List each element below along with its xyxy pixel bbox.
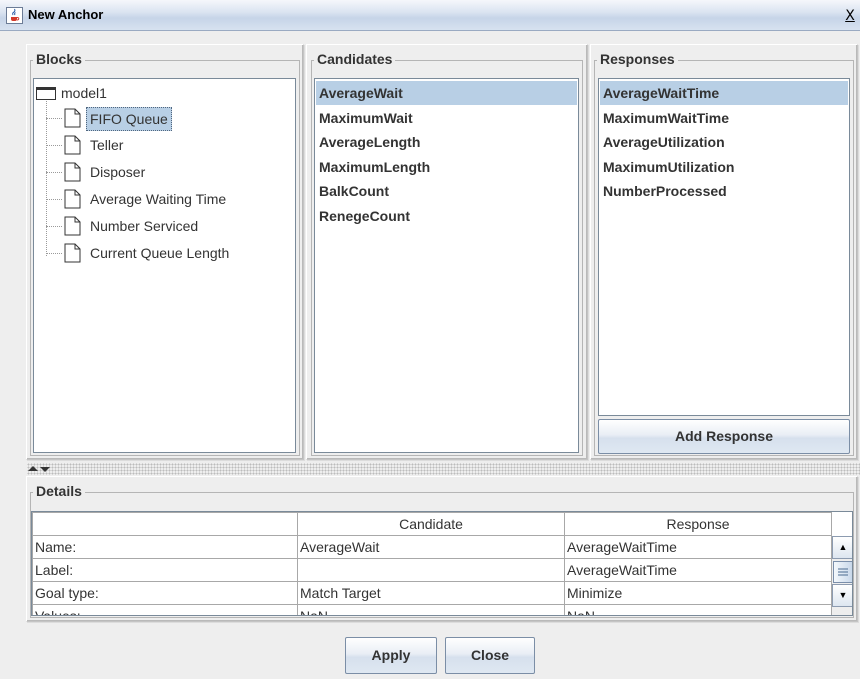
- details-table: Candidate Response Name: AverageWait Ave…: [32, 512, 832, 615]
- candidate-item-balkcount[interactable]: BalkCount: [316, 179, 577, 203]
- table-cell: Minimize: [564, 581, 832, 605]
- tree-node-label: Average Waiting Time: [90, 191, 227, 207]
- table-cell: Values:: [32, 604, 298, 615]
- table-cell: AverageWait: [297, 535, 565, 559]
- table-cell: AverageWaitTime: [564, 535, 832, 559]
- column-header-property[interactable]: [32, 512, 298, 536]
- tree-node-label: model1: [61, 85, 107, 101]
- table-cell: Name:: [32, 535, 298, 559]
- tree-node-label: Teller: [90, 137, 124, 153]
- split-pane-divider[interactable]: [27, 463, 860, 475]
- candidates-title: Candidates: [314, 51, 396, 67]
- window-title: New Anchor: [28, 7, 104, 22]
- table-row[interactable]: Goal type: Match Target Minimize: [32, 581, 832, 605]
- response-item-maximumutilization[interactable]: MaximumUtilization: [600, 155, 848, 179]
- tree-node-label: Disposer: [90, 164, 146, 180]
- table-row[interactable]: Label: AverageWaitTime: [32, 558, 832, 582]
- table-cell: Label:: [32, 558, 298, 582]
- tree-node-current-queue-length[interactable]: Current Queue Length: [34, 240, 294, 266]
- response-item-maximumwaittime[interactable]: MaximumWaitTime: [600, 106, 848, 130]
- table-cell: [297, 558, 565, 582]
- document-icon: [64, 216, 81, 236]
- tree-node-model1[interactable]: model1: [34, 80, 234, 106]
- tree-node-average-waiting-time[interactable]: Average Waiting Time: [34, 186, 294, 212]
- responses-list[interactable]: AverageWaitTime MaximumWaitTime AverageUti…: [598, 78, 850, 416]
- details-table-container: Candidate Response Name: AverageWait Ave…: [31, 511, 853, 616]
- tree-node-label: FIFO Queue: [86, 107, 172, 131]
- candidates-list[interactable]: AverageWait MaximumWait AverageLength Maxim…: [314, 78, 579, 453]
- candidate-item-renegecount[interactable]: RenegeCount: [316, 204, 577, 228]
- blocks-tree[interactable]: model1 FIFO Queue Teller Disposer Average W…: [33, 78, 296, 453]
- responses-title: Responses: [597, 51, 678, 67]
- table-row[interactable]: Name: AverageWait AverageWaitTime: [32, 535, 832, 559]
- candidate-item-maximumwait[interactable]: MaximumWait: [316, 106, 577, 130]
- close-window-button[interactable]: X: [843, 9, 857, 24]
- blocks-title: Blocks: [33, 51, 85, 67]
- table-cell: Goal type:: [32, 581, 298, 605]
- document-icon: [64, 243, 81, 263]
- document-icon: [64, 162, 81, 182]
- column-header-response[interactable]: Response: [564, 512, 832, 536]
- document-icon: [64, 108, 81, 128]
- tree-node-teller[interactable]: Teller: [34, 132, 294, 158]
- details-scrollbar[interactable]: ▲ ▼: [831, 536, 852, 615]
- table-cell: NaN: [297, 604, 565, 615]
- document-icon: [64, 135, 81, 155]
- column-header-candidate[interactable]: Candidate: [297, 512, 565, 536]
- document-icon: [64, 189, 81, 209]
- close-button[interactable]: Close: [445, 637, 535, 674]
- tree-node-disposer[interactable]: Disposer: [34, 159, 294, 185]
- scroll-down-icon[interactable]: ▼: [832, 584, 852, 607]
- add-response-button[interactable]: Add Response: [598, 419, 850, 454]
- table-cell: Match Target: [297, 581, 565, 605]
- table-row[interactable]: Values: NaN NaN: [32, 604, 832, 615]
- table-cell: AverageWaitTime: [564, 558, 832, 582]
- collapse-down-arrow-icon[interactable]: [40, 467, 50, 472]
- tree-node-label: Number Serviced: [90, 218, 199, 234]
- table-cell: NaN: [564, 604, 832, 615]
- title-bar: New Anchor X: [0, 0, 860, 31]
- apply-button[interactable]: Apply: [345, 637, 437, 674]
- response-item-averageutilization[interactable]: AverageUtilization: [600, 130, 848, 154]
- scroll-thumb[interactable]: [833, 561, 852, 583]
- java-cup-icon: [6, 7, 23, 24]
- tree-node-fifo-queue[interactable]: FIFO Queue: [34, 105, 294, 131]
- response-item-numberprocessed[interactable]: NumberProcessed: [600, 179, 848, 203]
- tree-node-label: Current Queue Length: [90, 245, 230, 261]
- collapse-up-arrow-icon[interactable]: [28, 466, 38, 471]
- candidate-item-averagewait[interactable]: AverageWait: [316, 81, 577, 105]
- candidate-item-averagelength[interactable]: AverageLength: [316, 130, 577, 154]
- response-item-averagewaittime[interactable]: AverageWaitTime: [600, 81, 848, 105]
- scroll-up-icon[interactable]: ▲: [832, 536, 852, 559]
- details-title: Details: [33, 483, 85, 499]
- tree-node-number-serviced[interactable]: Number Serviced: [34, 213, 294, 239]
- folder-icon: [36, 87, 56, 100]
- candidate-item-maximumlength[interactable]: MaximumLength: [316, 155, 577, 179]
